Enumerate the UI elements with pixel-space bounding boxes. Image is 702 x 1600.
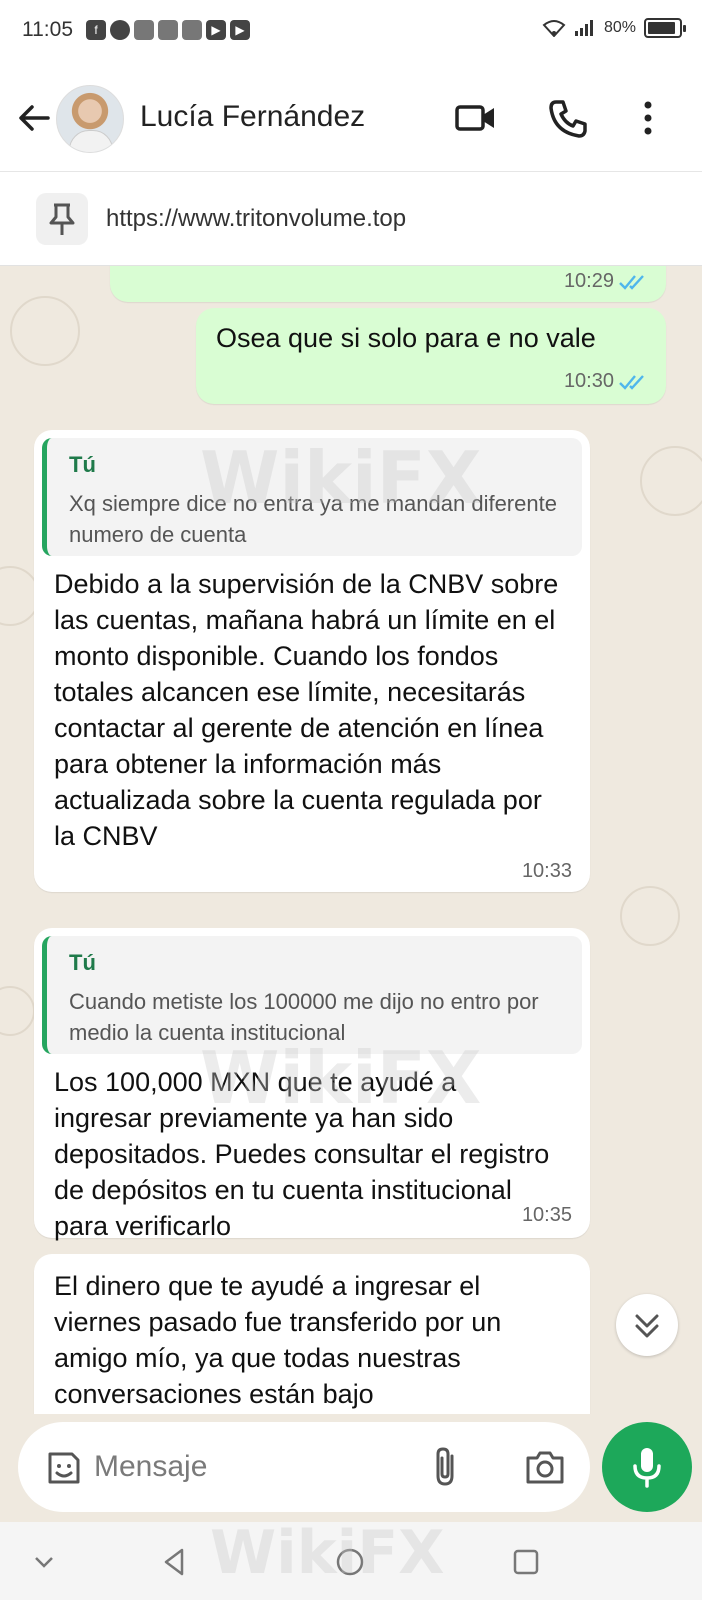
status-time: 11:05 bbox=[22, 18, 73, 41]
pin-icon bbox=[49, 203, 75, 235]
watermark: WikiFX bbox=[200, 436, 482, 520]
wallpaper-doodle bbox=[0, 986, 35, 1036]
youtube-icon: ▶ bbox=[230, 20, 250, 40]
attach-icon[interactable] bbox=[428, 1444, 462, 1490]
message-composer[interactable] bbox=[18, 1422, 590, 1512]
watermark: WikiFX bbox=[210, 1518, 445, 1588]
battery-percent: 80% bbox=[603, 19, 636, 36]
chevron-double-down-icon bbox=[635, 1314, 659, 1338]
input-bar bbox=[0, 1414, 702, 1522]
message-time: 10:29 bbox=[563, 270, 614, 292]
quote-author: Tú bbox=[69, 452, 96, 477]
message-time: 10:33 bbox=[521, 860, 572, 882]
watermark: WikiFX bbox=[200, 1036, 482, 1120]
message-text: Osea que si solo para e no vale bbox=[216, 323, 596, 353]
pin-icon-box bbox=[36, 193, 88, 245]
outgoing-message[interactable]: 10:29 bbox=[110, 266, 666, 302]
pinned-message[interactable]: https://www.tritonvolume.top bbox=[0, 173, 702, 266]
chevron-down-icon[interactable] bbox=[28, 1546, 60, 1578]
phone-icon[interactable] bbox=[546, 96, 590, 140]
wifi-icon bbox=[542, 20, 566, 37]
signal-icon bbox=[574, 20, 593, 36]
wallpaper-doodle bbox=[620, 886, 680, 946]
avatar[interactable] bbox=[56, 85, 124, 153]
back-arrow-icon[interactable] bbox=[14, 98, 54, 138]
chat-icon bbox=[110, 20, 130, 40]
outgoing-message[interactable]: Osea que si solo para e no vale 10:30 bbox=[196, 308, 666, 404]
chat-area[interactable]: 10:29 Osea que si solo para e no vale 10… bbox=[0, 266, 702, 1414]
app-icon bbox=[182, 20, 202, 40]
incoming-message[interactable]: El dinero que te ayudé a ingresar el vie… bbox=[34, 1254, 590, 1414]
video-call-icon[interactable] bbox=[454, 96, 498, 140]
pinned-link[interactable]: https://www.tritonvolume.top bbox=[106, 205, 406, 233]
message-input[interactable] bbox=[94, 1444, 394, 1490]
system-nav-bar: WikiFX bbox=[0, 1518, 702, 1600]
chat-header: Lucía Fernández bbox=[0, 64, 702, 172]
emoji-icon[interactable] bbox=[44, 1448, 84, 1488]
message-time: 10:30 bbox=[563, 370, 614, 392]
wallpaper-doodle bbox=[640, 446, 702, 516]
camera-icon[interactable] bbox=[524, 1448, 566, 1486]
notification-icons: f ▶ ▶ bbox=[86, 20, 250, 40]
more-vert-icon[interactable] bbox=[626, 96, 670, 140]
mic-icon bbox=[633, 1448, 661, 1488]
read-ticks-icon bbox=[619, 375, 644, 390]
message-text: Debido a la supervisión de la CNBV sobre… bbox=[54, 569, 559, 851]
app-icon bbox=[134, 20, 154, 40]
battery-icon bbox=[644, 18, 686, 38]
back-nav-icon[interactable] bbox=[158, 1546, 190, 1578]
wallpaper-doodle bbox=[10, 296, 80, 366]
status-bar: 11:05 f ▶ ▶ 80% bbox=[0, 0, 702, 64]
scroll-down-button[interactable] bbox=[616, 1294, 678, 1356]
app-icon bbox=[158, 20, 178, 40]
facebook-icon: f bbox=[86, 20, 106, 40]
mic-button[interactable] bbox=[602, 1422, 692, 1512]
youtube-icon: ▶ bbox=[206, 20, 226, 40]
message-time: 10:35 bbox=[521, 1204, 572, 1226]
quote-author: Tú bbox=[69, 950, 96, 975]
read-ticks-icon bbox=[619, 275, 644, 290]
recents-nav-icon[interactable] bbox=[510, 1546, 542, 1578]
message-text: El dinero que te ayudé a ingresar el vie… bbox=[54, 1271, 502, 1409]
contact-name[interactable]: Lucía Fernández bbox=[140, 100, 365, 134]
